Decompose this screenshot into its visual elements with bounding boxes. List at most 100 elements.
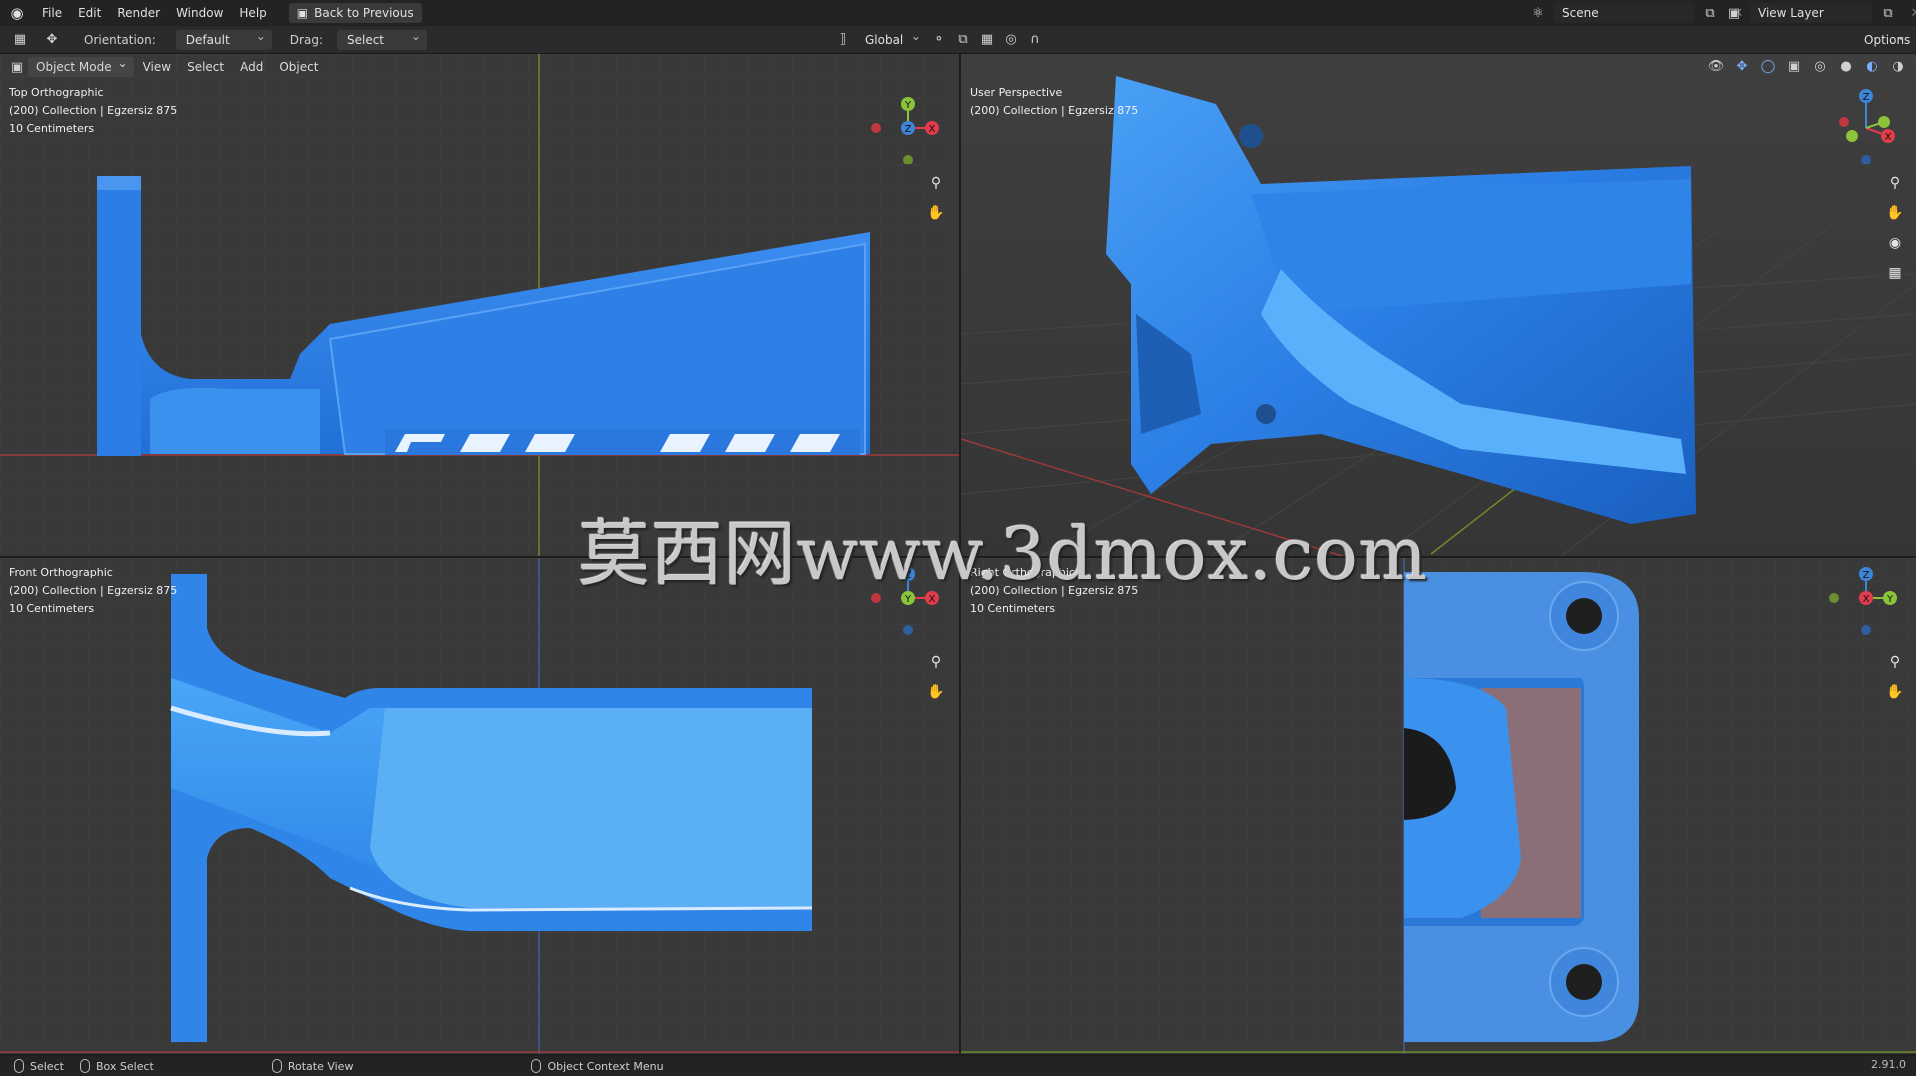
mouse-middle-icon <box>271 1059 282 1073</box>
status-context-label: Object Context Menu <box>547 1059 664 1073</box>
top-menubar: ◉ File Edit Render Window Help ▣ Back to… <box>0 0 1916 26</box>
scene-selector-icon[interactable]: ⚛ <box>1526 3 1550 23</box>
view-name: User Perspective <box>970 86 1063 99</box>
status-rotate-label: Rotate View <box>287 1059 354 1073</box>
solid-shading-icon[interactable]: ● <box>1834 56 1858 76</box>
view-layer-field[interactable]: View Layer <box>1750 3 1872 23</box>
svg-text:X: X <box>1863 594 1870 605</box>
zoom-icon[interactable]: ⚲ <box>1882 170 1908 196</box>
svg-text:Z: Z <box>1863 570 1870 581</box>
menu-help[interactable]: Help <box>231 0 274 26</box>
pan-hand-icon[interactable]: ✋ <box>1882 679 1908 705</box>
menu-edit[interactable]: Edit <box>70 0 109 26</box>
collection-info: (200) Collection | Egzersiz 875 <box>970 104 1139 117</box>
object-menu[interactable]: Object <box>272 57 325 77</box>
status-box-select: Box Select <box>79 1059 154 1073</box>
object-mode-dropdown[interactable]: Object Mode <box>28 54 134 77</box>
viewport-info: Top Orthographic (200) Collection | Egze… <box>9 84 177 138</box>
mouse-left-icon <box>14 1059 24 1073</box>
pan-hand-icon[interactable]: ✋ <box>1882 200 1908 226</box>
svg-text:Z: Z <box>905 124 912 135</box>
menu-file[interactable]: File <box>34 0 70 26</box>
viewport-header: ▣ Object Mode View Select Add Object <box>0 54 325 80</box>
status-select: Select <box>14 1059 64 1073</box>
svg-text:Z: Z <box>1863 92 1870 103</box>
view-name: Top Orthographic <box>9 86 104 99</box>
scene-name-field[interactable]: Scene <box>1554 3 1694 23</box>
visibility-icon[interactable]: 👁 <box>1704 56 1728 76</box>
grid-scale: 10 Centimeters <box>970 602 1056 615</box>
gizmo-toggle-icon[interactable]: ✥ <box>1730 56 1754 76</box>
status-bar: Select Box Select Rotate View Object Con… <box>0 1056 1916 1076</box>
status-box-select-label: Box Select <box>95 1059 154 1073</box>
back-to-previous-button[interactable]: ▣ Back to Previous <box>288 3 422 23</box>
mouse-right-icon <box>531 1059 542 1073</box>
viewport-user-perspective[interactable]: User Perspective (200) Collection | Egze… <box>961 54 1916 556</box>
pan-hand-icon[interactable]: ✋ <box>923 200 949 226</box>
remove-view-layer-icon[interactable]: ✕ <box>1904 3 1916 23</box>
drag-dropdown[interactable]: Select Box <box>336 26 427 67</box>
menu-render[interactable]: Render <box>109 0 168 26</box>
material-shading-icon[interactable]: ◐ <box>1860 56 1884 76</box>
orientation-label: Orientation: <box>84 32 156 47</box>
collection-info: (200) Collection | Egzersiz 875 <box>9 584 178 597</box>
proportional-edit-icon[interactable]: ◎ <box>999 30 1023 50</box>
svg-text:Y: Y <box>1886 594 1894 605</box>
snap-target-icon[interactable]: ▦ <box>975 30 999 50</box>
viewport-grid <box>961 558 1916 1054</box>
wireframe-shading-icon[interactable]: ◎ <box>1808 56 1832 76</box>
falloff-icon[interactable]: ∩ <box>1023 30 1047 50</box>
camera-view-icon[interactable]: ◉ <box>1882 230 1908 256</box>
pivot-point-icon[interactable]: ⚬ <box>927 30 951 50</box>
navigation-gizmo[interactable]: Z Y X <box>1826 558 1906 638</box>
viewport-front-orthographic[interactable]: Front Orthographic (200) Collection | Eg… <box>0 558 959 1054</box>
overlay-icon[interactable]: ◯ <box>1756 56 1780 76</box>
transform-orientation-icon[interactable]: ⟧ <box>831 30 855 50</box>
viewport-info: User Perspective (200) Collection | Egze… <box>970 84 1138 120</box>
add-menu[interactable]: Add <box>233 57 270 77</box>
zoom-icon[interactable]: ⚲ <box>923 170 949 196</box>
navigation-gizmo[interactable]: Z X <box>1826 84 1906 164</box>
perspective-toggle-icon[interactable]: ▦ <box>1882 260 1908 286</box>
orientation-dropdown[interactable]: Default <box>175 26 272 50</box>
perspective-grid <box>961 54 1916 556</box>
editor-type-icon[interactable]: ▦ <box>8 30 32 50</box>
view-layer-icon[interactable]: ▣ <box>1722 3 1746 23</box>
move-tool-icon[interactable]: ✥ <box>40 30 64 50</box>
view-menu[interactable]: View <box>136 57 178 77</box>
viewport-top-orthographic[interactable]: ▣ Object Mode View Select Add Object Top… <box>0 54 959 556</box>
viewport-info: Front Orthographic (200) Collection | Eg… <box>9 564 177 618</box>
zoom-icon[interactable]: ⚲ <box>923 649 949 675</box>
grid-scale: 10 Centimeters <box>9 122 95 135</box>
options-dropdown[interactable]: Options <box>1854 26 1912 50</box>
viewport-shading-toolbar: 👁 ✥ ◯ ▣ ◎ ● ◐ ◑ <box>1704 56 1910 76</box>
view-name: Front Orthographic <box>9 566 113 579</box>
svg-text:X: X <box>929 124 936 135</box>
menu-window[interactable]: Window <box>168 0 231 26</box>
transform-space-dropdown[interactable]: Global <box>854 26 927 50</box>
xray-icon[interactable]: ▣ <box>1782 56 1806 76</box>
model-mesh-right[interactable] <box>1404 572 1639 1042</box>
mouse-drag-icon <box>79 1059 90 1073</box>
status-select-label: Select <box>30 1059 64 1073</box>
select-menu[interactable]: Select <box>180 57 231 77</box>
new-view-layer-icon[interactable]: ⧉ <box>1876 3 1900 23</box>
collection-info: (200) Collection | Egzersiz 875 <box>9 104 178 117</box>
viewport-right-orthographic[interactable]: Right Orthographic (200) Collection | Eg… <box>961 558 1916 1054</box>
status-context: Object Context Menu <box>531 1059 664 1073</box>
navigation-gizmo[interactable]: Y X Z <box>868 84 948 164</box>
back-to-previous-label: Back to Previous <box>314 6 414 20</box>
status-rotate: Rotate View <box>271 1059 354 1073</box>
grid-scale: 10 Centimeters <box>9 602 95 615</box>
object-mode-icon[interactable]: ▣ <box>8 57 26 77</box>
version-label: 2.91.0 <box>1871 1058 1906 1071</box>
new-scene-icon[interactable]: ⧉ <box>1698 3 1722 23</box>
rendered-shading-icon[interactable]: ◑ <box>1886 56 1910 76</box>
screen-icon: ▣ <box>296 6 309 20</box>
snap-icon[interactable]: ⧉ <box>951 30 975 50</box>
drag-label: Drag: <box>289 32 323 47</box>
svg-text:X: X <box>1885 132 1892 143</box>
zoom-icon[interactable]: ⚲ <box>1882 649 1908 675</box>
pan-hand-icon[interactable]: ✋ <box>923 679 949 705</box>
blender-logo-icon[interactable]: ◉ <box>0 0 34 26</box>
